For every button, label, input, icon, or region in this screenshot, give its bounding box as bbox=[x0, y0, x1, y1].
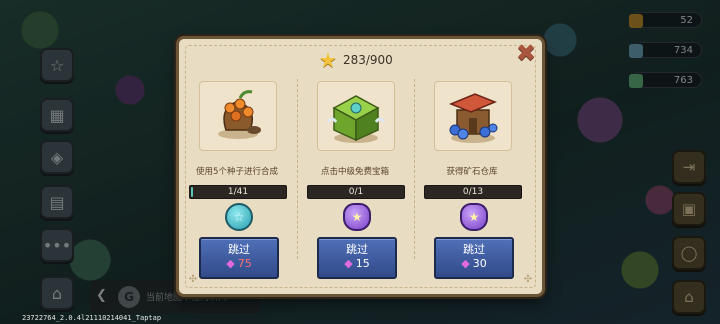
skip-cost: ◆ 75 bbox=[201, 257, 277, 270]
skip-cost-value: 30 bbox=[472, 257, 487, 270]
ore-warehouse-icon bbox=[449, 93, 498, 143]
skip-button[interactable]: 跳过 ◆ 75 bbox=[199, 237, 279, 279]
ornament-icon: ✣ bbox=[523, 274, 533, 285]
treasure-chest-icon bbox=[326, 95, 386, 143]
version-label: 23722764_2.0.4l21110214041_Taptap bbox=[22, 314, 162, 322]
skip-label: 跳过 bbox=[228, 243, 250, 256]
column-divider bbox=[297, 79, 298, 259]
task-progress-bar: 0/1 bbox=[307, 185, 405, 199]
close-icon: ✖ bbox=[515, 39, 537, 67]
task-progress-bar: 0/13 bbox=[424, 185, 522, 199]
task-thumbnail bbox=[199, 81, 277, 151]
seed-bag-icon bbox=[218, 90, 261, 139]
task-progress-text: 0/1 bbox=[348, 187, 364, 197]
skip-cost-value: 75 bbox=[237, 257, 252, 270]
skip-button[interactable]: 跳过 ◆ 15 bbox=[317, 237, 397, 279]
progress-header: ★ 283/900 bbox=[319, 49, 393, 71]
task-label: 使用5个种子进行合成 bbox=[196, 167, 278, 177]
task-label: 点击中级免费宝箱 bbox=[320, 167, 389, 177]
star-icon: ★ bbox=[319, 48, 337, 72]
skip-label: 跳过 bbox=[346, 243, 368, 256]
teal-coin-icon: ☆ bbox=[225, 203, 253, 231]
task-thumbnail bbox=[434, 81, 512, 151]
task-thumbnail bbox=[317, 81, 395, 151]
purple-star-pouch-icon: ★ bbox=[460, 203, 488, 231]
gem-icon: ◆ bbox=[226, 257, 235, 270]
close-button[interactable]: ✖ bbox=[514, 41, 538, 65]
column-divider bbox=[414, 79, 415, 259]
task-label: 获得矿石仓库 bbox=[446, 167, 498, 177]
progress-counter: 283/900 bbox=[342, 53, 393, 67]
task-progress-bar: 1/41 bbox=[189, 185, 287, 199]
skip-cost: ◆ 30 bbox=[436, 257, 512, 270]
gem-icon: ◆ bbox=[461, 257, 470, 270]
purple-star-pouch-icon: ★ bbox=[343, 203, 371, 231]
skip-label: 跳过 bbox=[463, 243, 485, 256]
gem-icon: ◆ bbox=[344, 257, 353, 270]
task-progress-text: 0/13 bbox=[462, 187, 484, 197]
skip-cost-value: 15 bbox=[355, 257, 370, 270]
skip-button[interactable]: 跳过 ◆ 30 bbox=[434, 237, 514, 279]
ornament-icon: ✣ bbox=[188, 274, 198, 285]
task-dialog: ✣ ✣ ★ 283/900 ✖ 使用5个种子进行合成 1/41 ☆ 跳过 ◆ 7… bbox=[176, 36, 545, 297]
skip-cost: ◆ 15 bbox=[319, 257, 395, 270]
task-progress-text: 1/41 bbox=[227, 187, 249, 197]
